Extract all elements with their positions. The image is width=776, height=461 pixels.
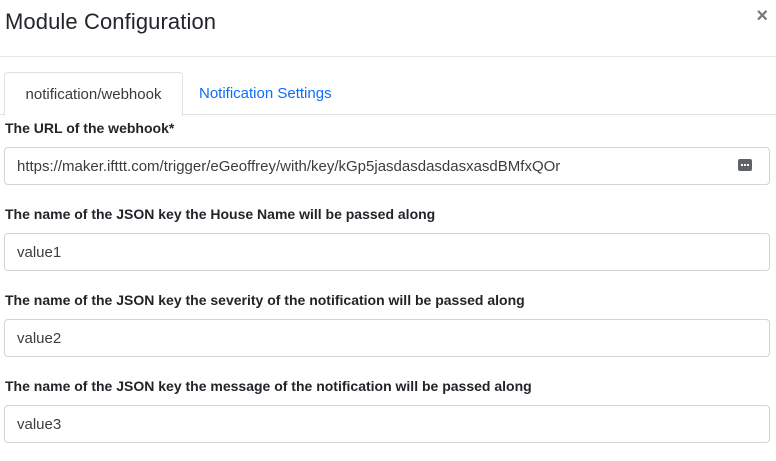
keyboard-icon[interactable] bbox=[738, 159, 752, 171]
house-name-key-label: The name of the JSON key the House Name … bbox=[5, 206, 436, 222]
webhook-url-label: The URL of the webhook* bbox=[5, 120, 175, 136]
message-key-label: The name of the JSON key the message of … bbox=[5, 378, 532, 394]
house-name-key-input[interactable] bbox=[4, 233, 770, 271]
tab-bar: notification/webhook Notification Settin… bbox=[0, 72, 776, 116]
severity-key-label: The name of the JSON key the severity of… bbox=[5, 292, 525, 308]
severity-key-input[interactable] bbox=[4, 319, 770, 357]
webhook-url-field bbox=[4, 147, 770, 185]
message-key-input[interactable] bbox=[4, 405, 770, 443]
tab-notification-settings[interactable]: Notification Settings bbox=[184, 72, 347, 115]
close-icon[interactable]: × bbox=[756, 6, 768, 26]
webhook-url-input[interactable] bbox=[4, 147, 770, 185]
tab-notification-webhook[interactable]: notification/webhook bbox=[4, 72, 183, 116]
modal-header: Module Configuration × bbox=[0, 0, 776, 57]
modal-title: Module Configuration bbox=[5, 9, 217, 34]
